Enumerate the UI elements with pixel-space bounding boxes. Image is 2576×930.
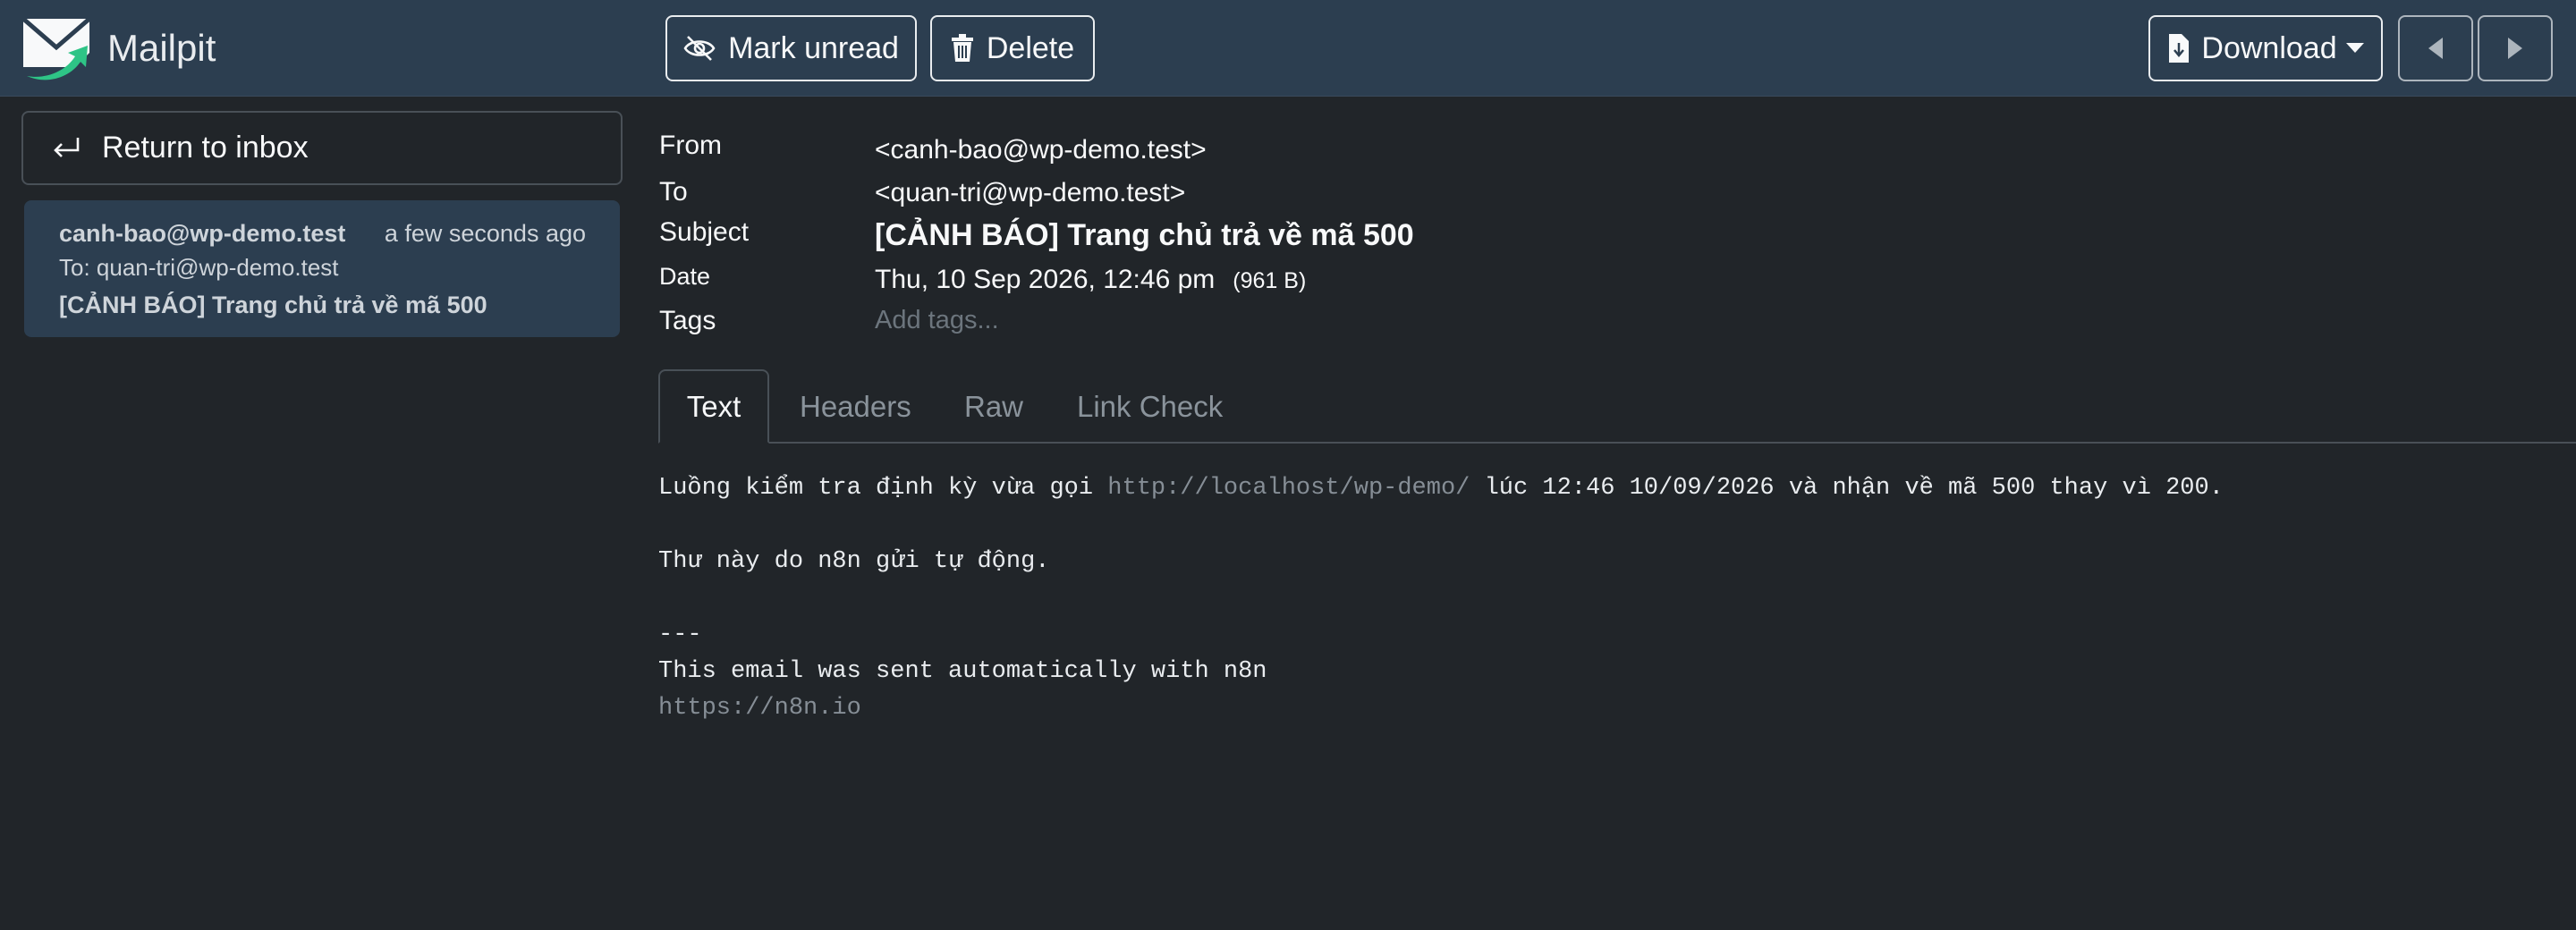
- from-label: From: [659, 131, 722, 160]
- to-value[interactable]: <quan-tri@wp-demo.test>: [875, 178, 1185, 208]
- from-value[interactable]: <canh-bao@wp-demo.test>: [875, 135, 1207, 165]
- download-label: Download: [2201, 30, 2337, 65]
- mark-unread-label: Mark unread: [728, 30, 899, 65]
- download-dropdown-button[interactable]: Download: [2148, 15, 2383, 81]
- caret-down-icon: [2345, 43, 2364, 53]
- tags-input[interactable]: Add tags...: [875, 306, 999, 335]
- message-to: To: quan-tri@wp-demo.test: [59, 254, 339, 281]
- date-label: Date: [659, 263, 711, 290]
- file-download-icon: [2169, 34, 2190, 63]
- tab-link-check[interactable]: Link Check: [1077, 369, 1223, 444]
- return-to-inbox-label: Return to inbox: [102, 131, 309, 165]
- date-value: Thu, 10 Sep 2026, 12:46 pm (961 B): [875, 265, 1306, 295]
- message-time: a few seconds ago: [384, 220, 586, 247]
- return-arrow-icon: [54, 137, 80, 157]
- subject-value: [CẢNH BÁO] Trang chủ trả về mã 500: [875, 218, 1414, 252]
- next-message-button[interactable]: [2478, 15, 2553, 81]
- body-separator: ---: [658, 621, 702, 648]
- message-body: Luồng kiểm tra định kỳ vừa gọi http://lo…: [658, 470, 2537, 727]
- subject-label: Subject: [659, 217, 750, 247]
- brand[interactable]: Mailpit: [20, 13, 216, 84]
- eye-slash-icon: [683, 36, 716, 61]
- to-label: To: [659, 177, 688, 207]
- message-from: canh-bao@wp-demo.test: [59, 220, 346, 247]
- message-size: (961 B): [1233, 268, 1307, 293]
- message-subject: [CẢNH BÁO] Trang chủ trả về mã 500: [59, 292, 487, 318]
- delete-button[interactable]: Delete: [930, 15, 1095, 81]
- message-list-item[interactable]: canh-bao@wp-demo.test a few seconds ago …: [24, 200, 620, 337]
- body-signature: This email was sent automatically with n…: [658, 658, 1267, 685]
- app-name: Mailpit: [107, 27, 216, 69]
- tab-headers[interactable]: Headers: [800, 369, 911, 444]
- caret-right-icon: [2508, 38, 2522, 59]
- body-line-2: Thư này do n8n gửi tự động.: [658, 548, 1050, 575]
- date-text: Thu, 10 Sep 2026, 12:46 pm: [875, 265, 1216, 294]
- body-link[interactable]: http://localhost/wp-demo/: [1107, 475, 1470, 502]
- body-line-1: Luồng kiểm tra định kỳ vừa gọi http://lo…: [658, 475, 2224, 502]
- mailpit-logo-icon: [21, 17, 91, 80]
- tab-text[interactable]: Text: [658, 369, 769, 444]
- top-navbar: Mailpit Mark unread Delete Download: [0, 0, 2576, 97]
- caret-left-icon: [2428, 38, 2443, 59]
- previous-message-button[interactable]: [2398, 15, 2473, 81]
- tab-raw[interactable]: Raw: [964, 369, 1023, 444]
- return-to-inbox-button[interactable]: Return to inbox: [21, 111, 623, 185]
- tags-label: Tags: [659, 306, 716, 335]
- trash-icon: [951, 34, 973, 62]
- mark-unread-button[interactable]: Mark unread: [665, 15, 917, 81]
- tabs-divider: [658, 442, 2576, 444]
- signature-link[interactable]: https://n8n.io: [658, 690, 2537, 727]
- delete-label: Delete: [986, 30, 1075, 65]
